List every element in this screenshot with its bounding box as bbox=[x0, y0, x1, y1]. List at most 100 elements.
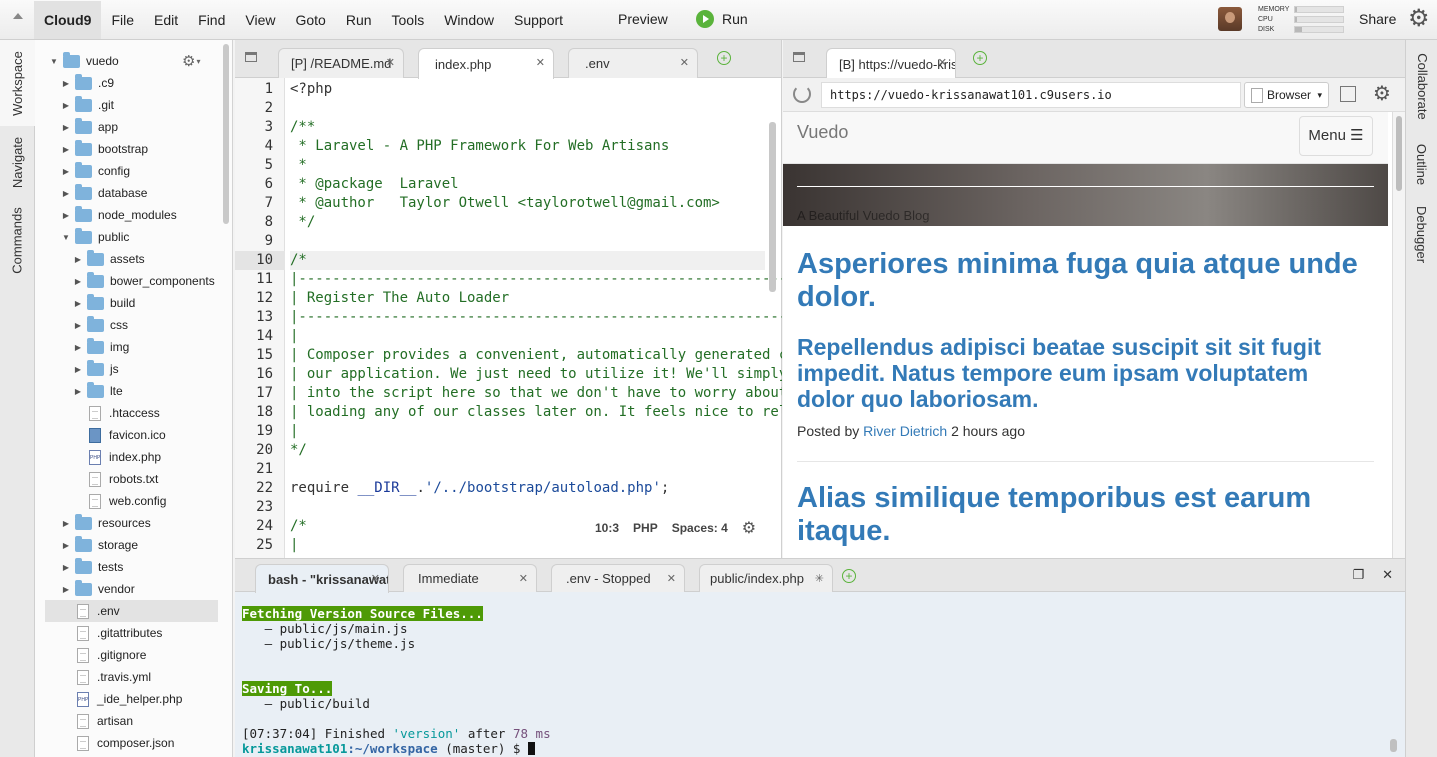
tree-item[interactable]: .travis.yml bbox=[61, 666, 151, 688]
tree-item[interactable]: ▼ public bbox=[61, 226, 129, 248]
close-icon[interactable]: ✕ bbox=[371, 572, 380, 585]
tree-item[interactable]: _ide_helper.php bbox=[61, 688, 182, 710]
menu-tools[interactable]: Tools bbox=[382, 1, 435, 39]
workspace-file-tree[interactable]: ⚙ ▼ vuedo ▶ .c9 ▶ .git ▶ app ▶ bootstrap ▶ config ▶ d… bbox=[35, 40, 233, 757]
tree-scrollbar[interactable] bbox=[223, 44, 229, 224]
tree-item[interactable]: .env bbox=[45, 600, 218, 622]
tab-public-index-php[interactable]: public/index.php ✳ bbox=[699, 564, 833, 592]
tree-item[interactable]: artisan bbox=[61, 710, 133, 732]
menu-window[interactable]: Window bbox=[434, 1, 504, 39]
tree-item[interactable]: ▶ node_modules bbox=[61, 204, 177, 226]
preview-button[interactable]: Preview bbox=[618, 0, 668, 38]
tree-item[interactable]: ▶ vendor bbox=[61, 578, 135, 600]
close-icon[interactable]: ✕ bbox=[680, 56, 689, 69]
folder-collapsed-arrow-icon[interactable]: ▶ bbox=[61, 585, 71, 594]
share-button[interactable]: Share bbox=[1359, 0, 1396, 38]
tree-item[interactable]: ▶ tests bbox=[61, 556, 123, 578]
tree-item[interactable]: favicon.ico bbox=[73, 424, 166, 446]
menu-cloud9[interactable]: Cloud9 bbox=[34, 1, 102, 39]
tree-item[interactable]: ▶ js bbox=[73, 358, 119, 380]
tree-item[interactable]: .htaccess bbox=[73, 402, 160, 424]
folder-collapsed-arrow-icon[interactable]: ▶ bbox=[73, 299, 83, 308]
tab-env[interactable]: .env ✕ bbox=[568, 48, 698, 78]
folder-collapsed-arrow-icon[interactable]: ▶ bbox=[61, 519, 71, 528]
tree-item[interactable]: ▶ .git bbox=[61, 94, 114, 116]
tree-item[interactable]: ▶ app bbox=[61, 116, 118, 138]
tree-item[interactable]: ▶ bower_components bbox=[73, 270, 215, 292]
tab-bash[interactable]: bash - "krissanawat101"✕ bbox=[255, 564, 389, 593]
folder-collapsed-arrow-icon[interactable]: ▶ bbox=[73, 255, 83, 264]
menu-goto[interactable]: Goto bbox=[285, 1, 335, 39]
close-icon[interactable]: ✕ bbox=[386, 56, 395, 69]
tree-item[interactable]: index.php bbox=[73, 446, 161, 468]
menu-edit[interactable]: Edit bbox=[144, 1, 188, 39]
close-panel-icon[interactable]: ✕ bbox=[1382, 567, 1393, 583]
editor-settings-gear-icon[interactable]: ⚙ bbox=[742, 518, 756, 538]
folder-collapsed-arrow-icon[interactable]: ▶ bbox=[61, 563, 71, 572]
menu-support[interactable]: Support bbox=[504, 1, 573, 39]
tree-item[interactable]: ▶ database bbox=[61, 182, 147, 204]
folder-collapsed-arrow-icon[interactable]: ▶ bbox=[61, 145, 71, 154]
folder-collapsed-arrow-icon[interactable]: ▶ bbox=[61, 167, 71, 176]
menu-file[interactable]: File bbox=[101, 1, 144, 39]
post-author-link[interactable]: River Dietrich bbox=[863, 423, 947, 439]
folder-collapsed-arrow-icon[interactable]: ▶ bbox=[61, 541, 71, 550]
run-button[interactable]: Run bbox=[696, 0, 748, 38]
folder-collapsed-arrow-icon[interactable]: ▶ bbox=[73, 387, 83, 396]
preview-scrollbar[interactable] bbox=[1392, 112, 1405, 558]
url-input[interactable]: https://vuedo-krissanawat101.c9users.io bbox=[821, 82, 1241, 108]
terminal-scrollbar[interactable] bbox=[1390, 739, 1397, 752]
add-terminal-tab-icon[interactable]: + bbox=[842, 569, 856, 583]
tree-item[interactable]: ▶ lte bbox=[73, 380, 123, 402]
folder-collapsed-arrow-icon[interactable]: ▶ bbox=[61, 79, 71, 88]
post-1-title[interactable]: Asperiores minima fuga quia atque unde d… bbox=[797, 248, 1372, 314]
folder-collapsed-arrow-icon[interactable]: ▶ bbox=[73, 343, 83, 352]
maximize-icon[interactable]: ❐ bbox=[1352, 567, 1364, 583]
close-icon[interactable]: ✕ bbox=[938, 56, 947, 69]
tree-item[interactable]: .gitignore bbox=[61, 644, 146, 666]
preview-settings-gear-icon[interactable]: ⚙ bbox=[1373, 81, 1391, 106]
tab-menu-icon[interactable] bbox=[793, 52, 805, 62]
tab-index-php[interactable]: index.php ✕ bbox=[418, 48, 554, 79]
avatar[interactable] bbox=[1218, 7, 1242, 31]
folder-collapsed-arrow-icon[interactable]: ▶ bbox=[61, 123, 71, 132]
folder-collapsed-arrow-icon[interactable]: ▶ bbox=[73, 365, 83, 374]
folder-expanded-arrow-icon[interactable]: ▼ bbox=[61, 233, 71, 242]
tab-preview-url[interactable]: [B] https://vuedo-krissanawat101.c9users… bbox=[826, 48, 956, 79]
tree-item[interactable]: ▶ img bbox=[73, 336, 129, 358]
cursor-position[interactable]: 10:3 bbox=[595, 521, 619, 535]
add-tab-icon[interactable]: + bbox=[717, 51, 731, 65]
folder-collapsed-arrow-icon[interactable]: ▶ bbox=[73, 321, 83, 330]
resource-meters[interactable]: MEMORY CPU DISK bbox=[1258, 4, 1344, 34]
menu-view[interactable]: View bbox=[235, 1, 285, 39]
close-icon[interactable]: ✕ bbox=[536, 56, 545, 69]
tree-item[interactable]: composer.json bbox=[61, 732, 174, 754]
popout-icon[interactable] bbox=[1340, 86, 1356, 102]
reload-icon[interactable] bbox=[793, 85, 811, 103]
tree-item[interactable]: ▶ build bbox=[73, 292, 135, 314]
post-1-subtitle[interactable]: Repellendus adipisci beatae suscipit sit… bbox=[797, 334, 1372, 412]
commands-tab[interactable]: Commands bbox=[0, 198, 35, 282]
add-tab-icon[interactable]: + bbox=[973, 51, 987, 65]
browser-select[interactable]: Browser bbox=[1244, 82, 1329, 108]
tree-item[interactable]: web.config bbox=[73, 490, 166, 512]
menu-find[interactable]: Find bbox=[188, 1, 235, 39]
tab-readme[interactable]: [P] /README.md ✕ bbox=[278, 48, 404, 78]
site-brand[interactable]: Vuedo bbox=[797, 122, 848, 143]
tree-item[interactable]: ▶ css bbox=[73, 314, 128, 336]
tree-item[interactable]: ▶ config bbox=[61, 160, 130, 182]
folder-collapsed-arrow-icon[interactable]: ▶ bbox=[61, 101, 71, 110]
folder-collapsed-arrow-icon[interactable]: ▶ bbox=[73, 277, 83, 286]
tree-item[interactable]: ▶ storage bbox=[61, 534, 138, 556]
editor-vertical-scrollbar[interactable] bbox=[769, 122, 776, 292]
tree-settings-gear-icon[interactable]: ⚙ bbox=[182, 52, 199, 70]
indent-setting[interactable]: Spaces: 4 bbox=[672, 521, 728, 535]
site-menu-button[interactable]: Menu ☰ bbox=[1299, 116, 1373, 156]
menu-run[interactable]: Run bbox=[336, 1, 382, 39]
tree-item[interactable]: .gitattributes bbox=[61, 622, 162, 644]
navigate-tab[interactable]: Navigate bbox=[0, 126, 35, 198]
debugger-tab[interactable]: Debugger bbox=[1406, 196, 1437, 272]
folder-collapsed-arrow-icon[interactable]: ▶ bbox=[61, 211, 71, 220]
post-2-title[interactable]: Alias similique temporibus est earum ita… bbox=[797, 482, 1372, 548]
tree-item[interactable]: ▶ resources bbox=[61, 512, 151, 534]
